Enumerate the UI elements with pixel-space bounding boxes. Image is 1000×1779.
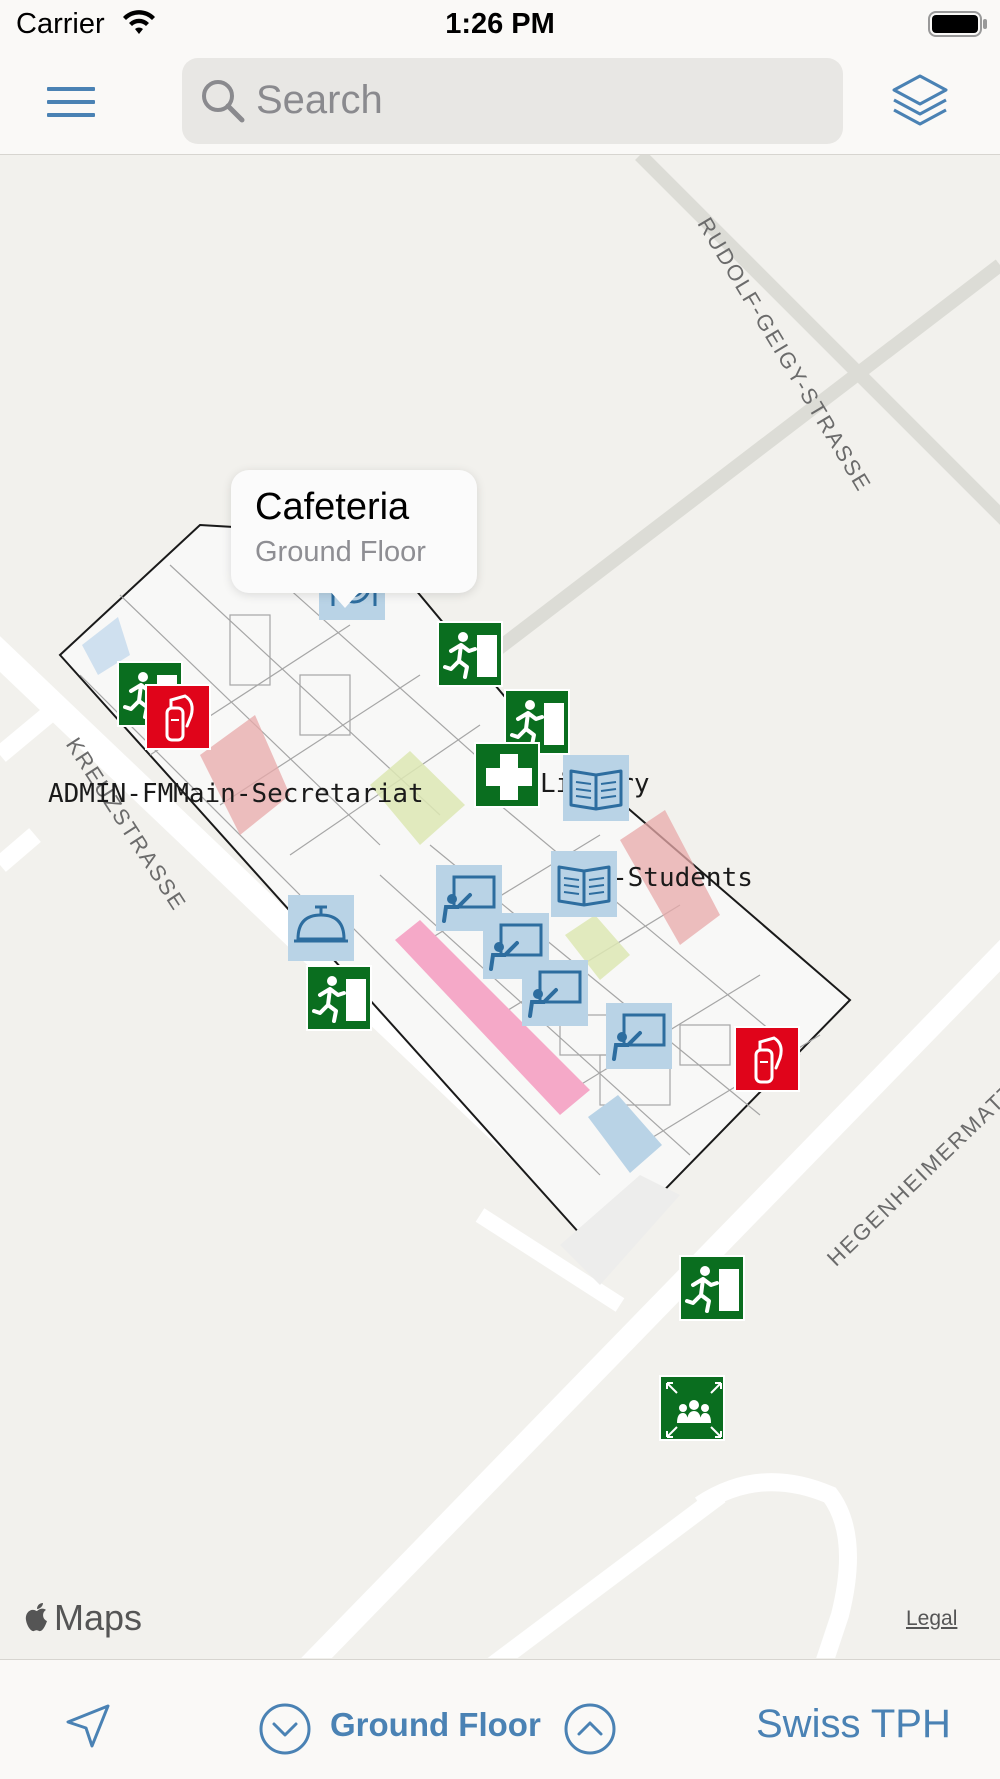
emergency-exit-poi[interactable]	[306, 965, 372, 1031]
callout-subtitle: Ground Floor	[255, 536, 426, 568]
layers-icon	[892, 74, 948, 126]
bottom-toolbar: Ground Floor Swiss TPH	[0, 1659, 1000, 1779]
status-time: 1:26 PM	[445, 8, 555, 40]
current-location-button[interactable]	[64, 1702, 112, 1755]
room-label-admin-secretariat: ADMIN-FMMain-Secretariat	[48, 779, 424, 809]
assembly-point-poi[interactable]	[659, 1375, 725, 1441]
first-aid-poi[interactable]	[474, 742, 540, 808]
emergency-exit-poi[interactable]	[679, 1255, 745, 1321]
library-poi[interactable]	[551, 851, 617, 917]
chevron-up-circle-icon	[564, 1703, 616, 1755]
current-floor-label[interactable]: Ground Floor	[330, 1706, 541, 1744]
maps-label: Maps	[54, 1597, 143, 1638]
layers-button[interactable]	[890, 70, 950, 134]
room-label-students: -Students	[612, 863, 753, 893]
search-icon	[200, 78, 246, 129]
classroom-poi[interactable]	[522, 960, 588, 1026]
search-input[interactable]	[254, 74, 818, 126]
battery-icon	[928, 11, 988, 42]
callout-pointer	[329, 590, 361, 608]
maps-attribution: Maps	[24, 1597, 142, 1639]
book-icon	[557, 865, 611, 907]
apple-logo-icon	[25, 1603, 47, 1632]
chevron-down-circle-icon	[259, 1703, 311, 1755]
book-icon	[569, 769, 623, 811]
fire-extinguisher-poi[interactable]	[734, 1026, 800, 1092]
cafeteria-callout[interactable]: Cafeteria Ground Floor	[231, 470, 477, 608]
emergency-exit-poi[interactable]	[437, 621, 503, 687]
location-arrow-icon	[66, 1704, 110, 1748]
emergency-exit-icon	[312, 976, 366, 1023]
floor-down-button[interactable]	[258, 1702, 312, 1761]
fire-extinguisher-icon	[754, 1036, 783, 1084]
assembly-point-icon	[666, 1382, 722, 1438]
first-aid-cross-icon	[486, 754, 532, 800]
emergency-exit-icon	[443, 632, 497, 679]
floor-up-button[interactable]	[563, 1702, 617, 1761]
reception-poi[interactable]	[288, 895, 354, 961]
fire-extinguisher-poi[interactable]	[145, 684, 211, 750]
menu-icon	[47, 87, 95, 117]
teacher-board-icon	[612, 1013, 666, 1061]
status-bar: Carrier 1:26 PM	[0, 0, 1000, 50]
callout-title: Cafeteria	[255, 486, 410, 528]
legal-link[interactable]: Legal	[906, 1607, 957, 1631]
map-view[interactable]: RUDOLF-GEIGY-STRASSE KREUZSTRASSE HEGENH…	[0, 155, 1000, 1658]
menu-button[interactable]	[40, 84, 100, 124]
search-field[interactable]	[182, 58, 843, 144]
emergency-exit-icon	[685, 1266, 739, 1313]
top-navigation-bar	[0, 50, 1000, 155]
organization-button[interactable]: Swiss TPH	[756, 1702, 951, 1747]
fire-extinguisher-icon	[165, 694, 194, 742]
classroom-poi[interactable]	[606, 1003, 672, 1069]
service-bell-icon	[294, 905, 348, 943]
teacher-board-icon	[528, 970, 582, 1018]
library-poi[interactable]	[563, 755, 629, 821]
